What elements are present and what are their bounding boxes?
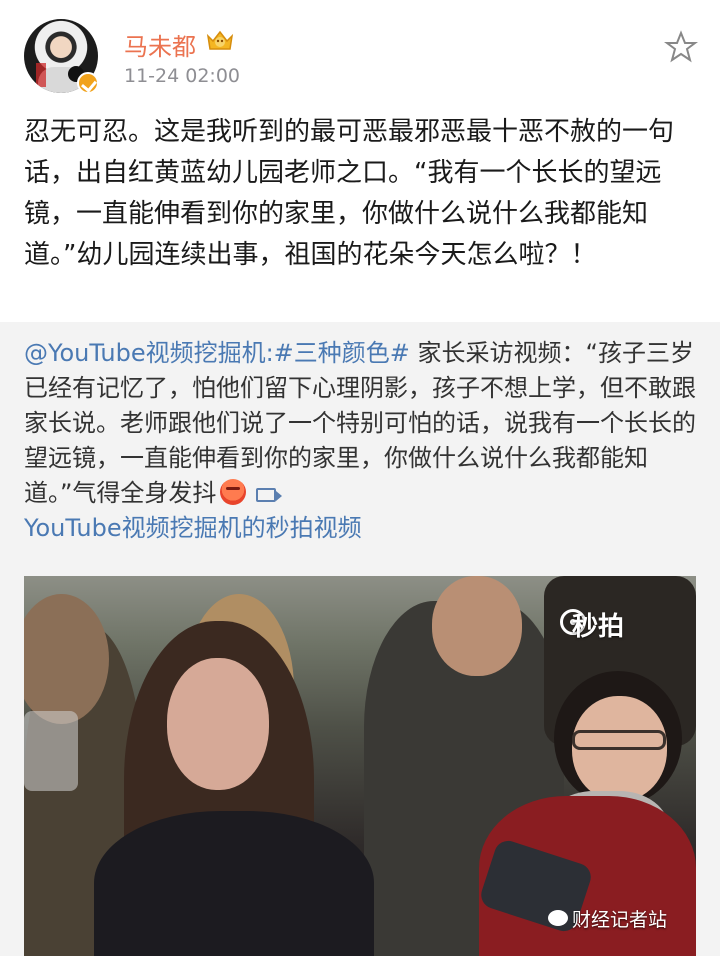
woman-face-shape <box>167 658 269 790</box>
video-thumbnail[interactable]: 秒拍 <box>24 576 696 956</box>
angry-emoji-icon <box>220 479 247 505</box>
wechat-watermark-icon <box>548 910 568 926</box>
video-link[interactable]: YouTube视频挖掘机的秒拍视频 <box>24 514 362 542</box>
hashtag-link[interactable]: :#三种颜色# <box>266 339 410 367</box>
woman-coat-shape <box>94 811 374 956</box>
post-time: 11-24 02:00 <box>124 65 241 87</box>
post-header: 马未都 11-24 02:00 <box>0 0 720 110</box>
girl-glasses-shape <box>572 730 666 750</box>
footer-watermark: 财经记者站 <box>572 909 668 931</box>
verified-badge-icon <box>77 72 99 94</box>
retweet-text-block: @YouTube视频挖掘机:#三种颜色# 家长采访视频：“孩子三岁已经有记忆了，… <box>24 336 696 546</box>
vip-crown-icon <box>206 30 234 50</box>
favorite-star-icon[interactable] <box>664 30 698 64</box>
post-body: 忍无可忍。这是我听到的最可恶最邪恶最十恶不赦的一句话，出自红黄蓝幼儿园老师之口。… <box>24 117 675 270</box>
source-user-link[interactable]: @YouTube视频挖掘机 <box>24 339 266 367</box>
username[interactable]: 马未都 <box>124 27 196 62</box>
background-man-head <box>432 576 522 676</box>
miaopai-badge: 秒拍 <box>572 612 625 642</box>
glass-object <box>24 711 78 791</box>
video-icon <box>256 488 283 502</box>
retweeted-post[interactable]: @YouTube视频挖掘机:#三种颜色# 家长采访视频：“孩子三岁已经有记忆了，… <box>0 322 720 956</box>
avatar-red-mark <box>36 63 46 87</box>
